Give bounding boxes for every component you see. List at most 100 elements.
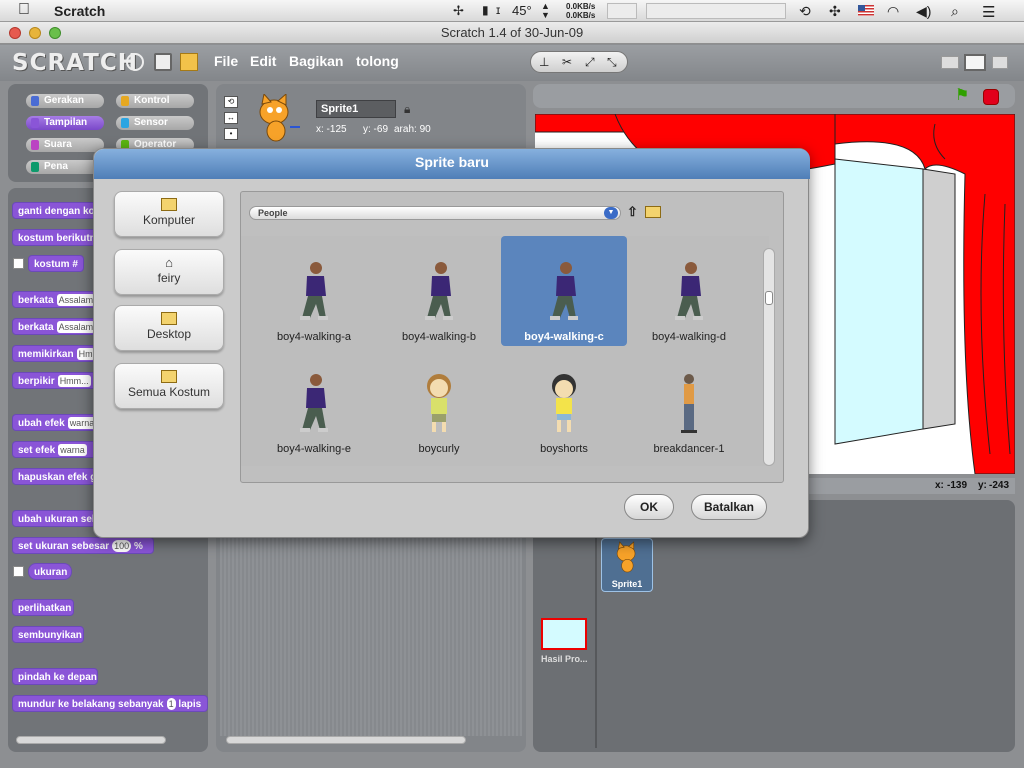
sprite-y: y: -69 <box>363 124 389 135</box>
block-hide[interactable]: sembunyikan <box>12 626 84 643</box>
close-window-button[interactable] <box>9 27 21 39</box>
category-control[interactable]: Kontrol <box>116 94 194 108</box>
costumes-folder-icon <box>161 370 177 383</box>
stop-sign-icon[interactable] <box>983 89 999 105</box>
sprite-grid-item-label: boy4-walking-d <box>652 331 726 343</box>
sidebar-item-all-costumes[interactable]: Semua Kostum <box>114 363 224 409</box>
sidebar-item-desktop[interactable]: Desktop <box>114 305 224 351</box>
folder-path-dropdown[interactable]: People ▼ <box>249 206 621 220</box>
sprite-grid-item[interactable]: boyshorts <box>501 348 627 458</box>
shrink-icon[interactable]: ⤡ <box>607 55 617 70</box>
wifi-icon[interactable]: ◠ <box>887 3 899 20</box>
sprite-grid-item[interactable]: breakdancer-1 <box>626 348 752 458</box>
category-motion[interactable]: Gerakan <box>26 94 104 108</box>
green-flag-icon[interactable]: ⚑ <box>955 88 973 104</box>
sprite-name-field[interactable]: Sprite1 <box>316 100 396 118</box>
new-sprite-dialog: Sprite baru Komputer ⌂ feiry Desktop Sem… <box>93 148 810 538</box>
sprite-tools-group: ⊥ ✂ ⤢ ⤡ <box>530 51 628 73</box>
list-menu-icon[interactable]: ☰ <box>982 3 995 21</box>
save-icon[interactable] <box>154 53 172 71</box>
mac-menu-bar:  Scratch ✢ ▮ ɪ 45° ▲▼ 0.0KB/s0.0KB/s ⟲ … <box>0 0 1024 22</box>
scripts-area[interactable] <box>220 536 522 736</box>
block-set-size[interactable]: set ukuran sebesar 100 % <box>12 537 154 554</box>
sprite-grid-item[interactable]: boycurly <box>376 348 502 458</box>
block-go-back[interactable]: mundur ke belakang sebanyak 1 lapis <box>12 695 208 712</box>
minimize-window-button[interactable] <box>29 27 41 39</box>
sidebar-item-computer[interactable]: Komputer <box>114 191 224 237</box>
mouse-y-label: y: <box>978 480 987 491</box>
block-say[interactable]: berkata Assalam <box>12 318 102 335</box>
fan-icon: ✢ <box>453 3 464 18</box>
grow-icon[interactable]: ⤢ <box>585 55 595 70</box>
cancel-button[interactable]: Batalkan <box>691 494 767 520</box>
language-globe-icon[interactable] <box>126 53 144 71</box>
sprite-preview-icon <box>544 260 584 325</box>
delete-scissors-icon[interactable]: ✂ <box>562 55 572 69</box>
spotlight-search-icon[interactable]: ⌕ <box>951 3 959 20</box>
bluetooth-icon[interactable]: ✣ <box>829 3 841 20</box>
sprite-preview-icon <box>294 372 334 437</box>
lock-icon[interactable]: 🔒︎ <box>404 102 410 117</box>
sprite-tile-selected[interactable]: Sprite1 <box>601 538 653 592</box>
block-switch-costume[interactable]: ganti dengan ko <box>12 202 102 219</box>
block-show[interactable]: perlihatkan <box>12 599 74 616</box>
menu-share[interactable]: Bagikan <box>289 53 343 69</box>
rotate-style-icon[interactable]: ⟲ <box>224 96 238 108</box>
small-stage-mode-icon[interactable] <box>941 56 959 69</box>
block-think[interactable]: berpikir Hmm... <box>12 372 102 389</box>
ok-button[interactable]: OK <box>624 494 674 520</box>
us-flag-icon[interactable] <box>858 5 874 16</box>
sprite-grid-item-label: breakdancer-1 <box>653 443 725 455</box>
menu-file[interactable]: File <box>214 53 238 69</box>
costume-num-checkbox[interactable] <box>13 258 24 269</box>
time-machine-icon[interactable]: ⟲ <box>799 3 811 20</box>
menu-edit[interactable]: Edit <box>250 53 276 69</box>
mouse-y: -243 <box>989 480 1010 491</box>
category-sound[interactable]: Suara <box>26 138 104 152</box>
block-change-size[interactable]: ubah ukuran seb <box>12 510 102 527</box>
apple-icon[interactable]:  <box>18 1 30 19</box>
sprite-grid-item[interactable]: boy4-walking-b <box>376 236 502 346</box>
share-icon[interactable] <box>180 53 198 71</box>
mouse-x: -139 <box>947 480 968 491</box>
zoom-window-button[interactable] <box>49 27 61 39</box>
block-size[interactable]: ukuran <box>28 563 72 580</box>
sprite-grid-item[interactable]: boy4-walking-d <box>626 236 752 346</box>
palette-horizontal-scrollbar[interactable] <box>16 736 166 744</box>
block-change-effect[interactable]: ubah efek warna <box>12 414 102 431</box>
sprite-grid-item[interactable]: boy4-walking-e <box>251 348 377 458</box>
menu-help[interactable]: tolong <box>356 53 399 69</box>
scripts-horizontal-scrollbar[interactable] <box>226 736 466 744</box>
no-rotate-icon[interactable]: • <box>224 128 238 140</box>
sprite-list-divider <box>595 504 597 748</box>
sprite-thumbnail-cat <box>259 94 300 142</box>
duplicate-stamp-icon[interactable]: ⊥ <box>539 55 549 69</box>
sprite-preview-icon <box>294 260 334 325</box>
stage-header: ⚑ <box>533 84 1015 108</box>
sprite-grid-item[interactable]: boy4-walking-a <box>251 236 377 346</box>
block-think-for[interactable]: memikirkan Hm <box>12 345 102 362</box>
sprite-grid-item[interactable]: boy4-walking-c <box>501 236 627 346</box>
grid-scroll-thumb[interactable] <box>765 291 773 305</box>
app-menu-name[interactable]: Scratch <box>54 3 105 19</box>
block-go-front[interactable]: pindah ke depan <box>12 668 98 685</box>
category-sensing[interactable]: Sensor <box>116 116 194 130</box>
normal-stage-mode-icon[interactable] <box>964 54 986 71</box>
grid-vertical-scrollbar[interactable] <box>763 248 775 466</box>
parent-folder-icon[interactable]: ⇧ <box>627 204 638 220</box>
category-looks[interactable]: Tampilan <box>26 116 104 130</box>
block-set-effect[interactable]: set efek warna <box>12 441 102 458</box>
sidebar-item-home[interactable]: ⌂ feiry <box>114 249 224 295</box>
file-browser: People ▼ ⇧ boy4-walking-a boy4-walking-b b… <box>240 191 784 483</box>
computer-icon <box>161 198 177 211</box>
block-clear-effects[interactable]: hapuskan efek g <box>12 468 102 485</box>
block-next-costume[interactable]: kostum berikutn <box>12 229 102 246</box>
presentation-mode-icon[interactable] <box>992 56 1008 69</box>
block-costume-num[interactable]: kostum # <box>28 255 84 272</box>
stage-thumbnail[interactable] <box>541 618 587 650</box>
flip-style-icon[interactable]: ↔ <box>224 112 238 124</box>
new-folder-icon[interactable] <box>645 206 661 218</box>
volume-icon[interactable]: ◀) <box>916 3 931 20</box>
size-checkbox[interactable] <box>13 566 24 577</box>
block-say-for[interactable]: berkata Assalam <box>12 291 102 308</box>
